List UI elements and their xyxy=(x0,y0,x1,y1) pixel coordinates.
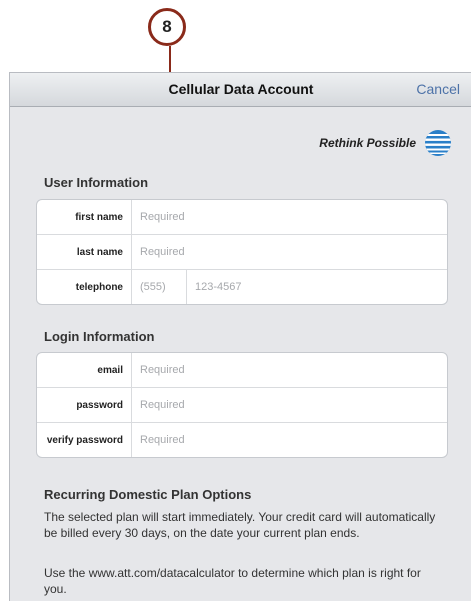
email-label: email xyxy=(97,364,123,376)
brand-tagline: Rethink Possible xyxy=(319,136,416,150)
phone-number-field[interactable] xyxy=(187,270,447,304)
area-code-field[interactable] xyxy=(132,270,186,304)
cellular-data-account-sheet: Cellular Data Account Cancel Rethink Pos… xyxy=(9,72,471,601)
verify-password-label: verify password xyxy=(46,434,123,446)
email-field[interactable] xyxy=(132,353,447,387)
plan-description: The selected plan will start immediately… xyxy=(44,510,436,540)
cancel-button[interactable]: Cancel xyxy=(416,81,460,97)
password-row: password xyxy=(37,388,447,423)
user-information-heading: User Information xyxy=(44,175,149,190)
callout-badge: 8 xyxy=(148,8,186,46)
navigation-bar: Cellular Data Account Cancel xyxy=(10,73,471,107)
last-name-label: last name xyxy=(76,246,123,258)
password-label: password xyxy=(76,399,123,411)
brand-banner: Rethink Possible xyxy=(319,129,452,157)
login-information-group: email password verify password xyxy=(36,352,448,458)
verify-password-row: verify password xyxy=(37,423,447,457)
att-globe-icon xyxy=(425,130,451,156)
first-name-row: first name xyxy=(37,200,447,235)
first-name-field[interactable] xyxy=(132,200,447,234)
user-information-group: first name last name telephone xyxy=(36,199,448,305)
telephone-row: telephone xyxy=(37,270,447,304)
first-name-label: first name xyxy=(75,211,123,223)
email-row: email xyxy=(37,353,447,388)
plan-options-heading: Recurring Domestic Plan Options xyxy=(44,487,252,502)
last-name-field[interactable] xyxy=(132,235,447,269)
telephone-label: telephone xyxy=(75,281,123,293)
password-field[interactable] xyxy=(132,388,447,422)
login-information-heading: Login Information xyxy=(44,329,155,344)
nav-title: Cellular Data Account xyxy=(168,81,314,97)
verify-password-field[interactable] xyxy=(132,423,447,457)
last-name-row: last name xyxy=(37,235,447,270)
plan-calculator-note: Use the www.att.com/datacalculator to de… xyxy=(44,566,421,596)
